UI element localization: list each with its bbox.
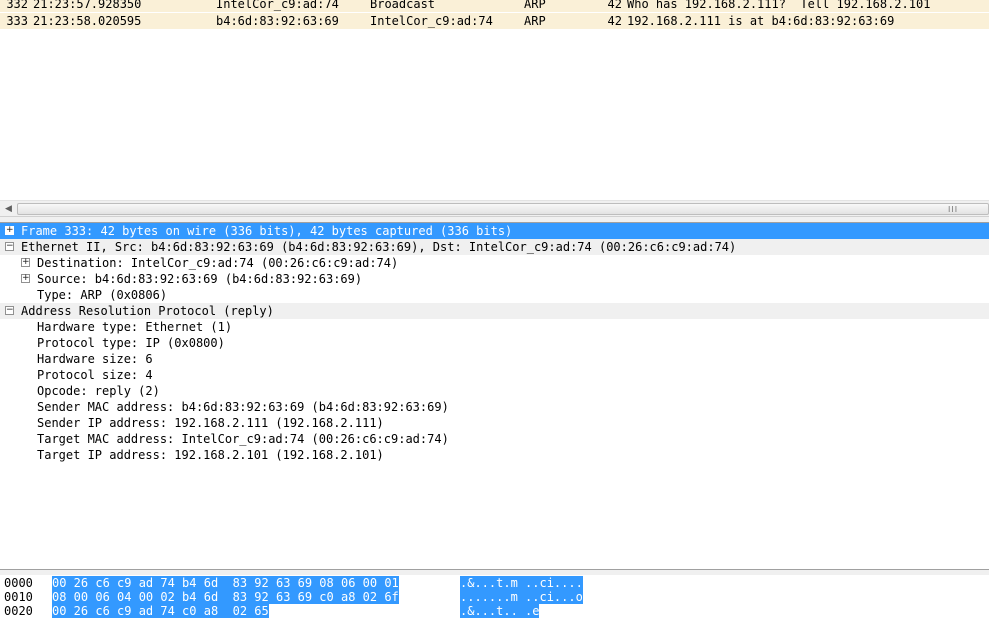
hex-offset: 0020 <box>4 604 33 618</box>
expand-icon[interactable]: + <box>21 258 30 267</box>
packet-no: 333 <box>6 14 28 28</box>
tree-item-arp-field[interactable]: Hardware type: Ethernet (1) <box>0 319 989 335</box>
packet-source: b4:6d:83:92:63:69 <box>216 14 339 28</box>
packet-no: 332 <box>6 0 28 11</box>
tree-item-eth-destination[interactable]: + Destination: IntelCor_c9:ad:74 (00:26:… <box>0 255 989 271</box>
tree-item-label: Source: b4:6d:83:92:63:69 (b4:6d:83:92:6… <box>37 272 363 286</box>
tree-item-arp-field[interactable]: Sender MAC address: b4:6d:83:92:63:69 (b… <box>0 399 989 415</box>
scrollbar-thumb[interactable]: III <box>17 203 989 215</box>
packet-list[interactable]: 332 21:23:57.928350 IntelCor_c9:ad:74 Br… <box>0 0 989 200</box>
packet-destination: Broadcast <box>370 0 436 11</box>
tree-item-label: Opcode: reply (2) <box>37 384 160 398</box>
tree-item-label: Sender IP address: 192.168.2.111 (192.16… <box>37 416 384 430</box>
packet-protocol: ARP <box>524 0 546 11</box>
collapse-icon[interactable]: − <box>5 242 14 251</box>
tree-item-eth-source[interactable]: + Source: b4:6d:83:92:63:69 (b4:6d:83:92… <box>0 271 989 287</box>
tree-item-label: Ethernet II, Src: b4:6d:83:92:63:69 (b4:… <box>21 240 737 254</box>
packet-row-332[interactable]: 332 21:23:57.928350 IntelCor_c9:ad:74 Br… <box>0 0 989 12</box>
tree-item-arp-field[interactable]: Protocol size: 4 <box>0 367 989 383</box>
tree-item-label: Hardware size: 6 <box>37 352 153 366</box>
expand-icon[interactable]: + <box>5 226 14 235</box>
tree-item-arp-field[interactable]: Protocol type: IP (0x0800) <box>0 335 989 351</box>
hex-row: 0020 00 26 c6 c9 ad 74 c0 a8 02 65 .&...… <box>0 604 989 618</box>
packet-source: IntelCor_c9:ad:74 <box>216 0 339 11</box>
hex-ascii[interactable]: .&...t.. .e <box>460 604 540 618</box>
hex-row: 0010 08 00 06 04 00 02 b4 6d 83 92 63 69… <box>0 590 989 604</box>
packet-details-tree[interactable]: + Frame 333: 42 bytes on wire (336 bits)… <box>0 222 989 570</box>
packet-bytes-pane[interactable]: 0000 00 26 c6 c9 ad 74 b4 6d 83 92 63 69… <box>0 575 989 625</box>
packet-length: 42 <box>607 14 622 28</box>
tree-item-frame[interactable]: + Frame 333: 42 bytes on wire (336 bits)… <box>0 223 989 239</box>
hex-bytes[interactable]: 00 26 c6 c9 ad 74 b4 6d 83 92 63 69 08 0… <box>52 576 399 590</box>
packet-list-hscrollbar[interactable]: ◀ III <box>0 200 989 217</box>
tree-item-arp-field[interactable]: Sender IP address: 192.168.2.111 (192.16… <box>0 415 989 431</box>
packet-time: 21:23:57.928350 <box>33 0 142 11</box>
tree-item-label: Target IP address: 192.168.2.101 (192.16… <box>37 448 384 462</box>
tree-item-ethernet[interactable]: − Ethernet II, Src: b4:6d:83:92:63:69 (b… <box>0 239 989 255</box>
packet-row-333[interactable]: 333 21:23:58.020595 b4:6d:83:92:63:69 In… <box>0 13 989 29</box>
tree-item-arp[interactable]: − Address Resolution Protocol (reply) <box>0 303 989 319</box>
hex-bytes[interactable]: 00 26 c6 c9 ad 74 c0 a8 02 65 <box>52 604 269 618</box>
hex-bytes[interactable]: 08 00 06 04 00 02 b4 6d 83 92 63 69 c0 a… <box>52 590 399 604</box>
tree-item-label: Sender MAC address: b4:6d:83:92:63:69 (b… <box>37 400 449 414</box>
tree-item-arp-field[interactable]: Target IP address: 192.168.2.101 (192.16… <box>0 447 989 463</box>
hex-ascii[interactable]: .......m ..ci...o <box>460 590 583 604</box>
hex-offset: 0000 <box>4 576 33 590</box>
expand-icon[interactable]: + <box>21 274 30 283</box>
packet-info: Who has 192.168.2.111? Tell 192.168.2.10… <box>627 0 931 11</box>
tree-item-label: Frame 333: 42 bytes on wire (336 bits), … <box>21 224 513 238</box>
packet-length: 42 <box>607 0 622 11</box>
hex-offset: 0010 <box>4 590 33 604</box>
packet-protocol: ARP <box>524 14 546 28</box>
packet-destination: IntelCor_c9:ad:74 <box>370 14 493 28</box>
tree-item-arp-field[interactable]: Hardware size: 6 <box>0 351 989 367</box>
tree-item-label: Protocol size: 4 <box>37 368 153 382</box>
tree-item-arp-field[interactable]: Opcode: reply (2) <box>0 383 989 399</box>
tree-item-label: Protocol type: IP (0x0800) <box>37 336 225 350</box>
scroll-left-icon[interactable]: ◀ <box>0 201 17 217</box>
tree-item-label: Type: ARP (0x0806) <box>37 288 168 302</box>
tree-item-label: Address Resolution Protocol (reply) <box>21 304 274 318</box>
hex-ascii[interactable]: .&...t.m ..ci.... <box>460 576 583 590</box>
tree-item-label: Hardware type: Ethernet (1) <box>37 320 233 334</box>
tree-item-eth-type[interactable]: Type: ARP (0x0806) <box>0 287 989 303</box>
packet-time: 21:23:58.020595 <box>33 14 142 28</box>
scrollbar-grip: III <box>948 205 959 214</box>
hex-row: 0000 00 26 c6 c9 ad 74 b4 6d 83 92 63 69… <box>0 576 989 590</box>
packet-info: 192.168.2.111 is at b4:6d:83:92:63:69 <box>627 14 895 28</box>
tree-item-label: Destination: IntelCor_c9:ad:74 (00:26:c6… <box>37 256 399 270</box>
collapse-icon[interactable]: − <box>5 306 14 315</box>
tree-item-label: Target MAC address: IntelCor_c9:ad:74 (0… <box>37 432 449 446</box>
tree-item-arp-field[interactable]: Target MAC address: IntelCor_c9:ad:74 (0… <box>0 431 989 447</box>
